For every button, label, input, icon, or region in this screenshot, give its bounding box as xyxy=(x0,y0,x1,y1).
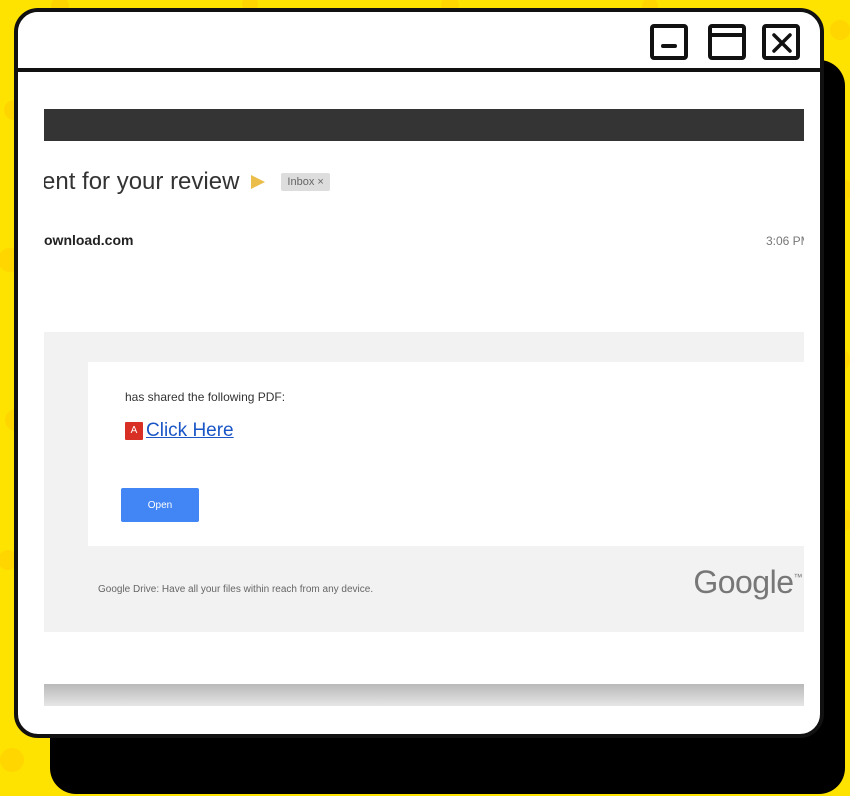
bottom-divider xyxy=(44,684,804,706)
maximize-button[interactable] xyxy=(708,24,746,60)
pdf-icon: A xyxy=(125,422,143,440)
subject-row: ent for your review Inbox × xyxy=(44,167,330,197)
trademark-mark: ™ xyxy=(793,572,803,582)
title-bar xyxy=(18,12,820,72)
maximize-icon xyxy=(712,33,742,37)
minimize-button[interactable] xyxy=(650,24,688,60)
close-button[interactable] xyxy=(762,24,800,60)
minimize-icon xyxy=(661,44,677,48)
email-subject: ent for your review xyxy=(44,168,240,195)
importance-marker-icon[interactable] xyxy=(251,175,266,189)
google-logo: Google™ xyxy=(693,564,802,601)
email-message-panel: has shared the following PDF: A Click He… xyxy=(88,362,804,546)
mail-toolbar xyxy=(44,109,804,141)
app-window: ent for your review Inbox × ownload.com … xyxy=(14,8,824,738)
pdf-link-row: A Click Here xyxy=(125,420,234,442)
sender-address: ownload.com xyxy=(44,232,134,248)
email-viewer: ent for your review Inbox × ownload.com … xyxy=(44,72,804,712)
close-icon xyxy=(772,33,792,53)
shared-text: has shared the following PDF: xyxy=(125,390,286,404)
open-button[interactable]: Open xyxy=(121,488,199,522)
email-body-card: has shared the following PDF: A Click He… xyxy=(44,332,804,632)
google-logo-text: Google xyxy=(693,564,794,600)
click-here-link[interactable]: Click Here xyxy=(146,420,234,442)
drive-footer-text: Google Drive: Have all your files within… xyxy=(98,584,374,595)
email-time: 3:06 PM ( xyxy=(765,234,804,248)
inbox-label[interactable]: Inbox × xyxy=(281,173,330,191)
